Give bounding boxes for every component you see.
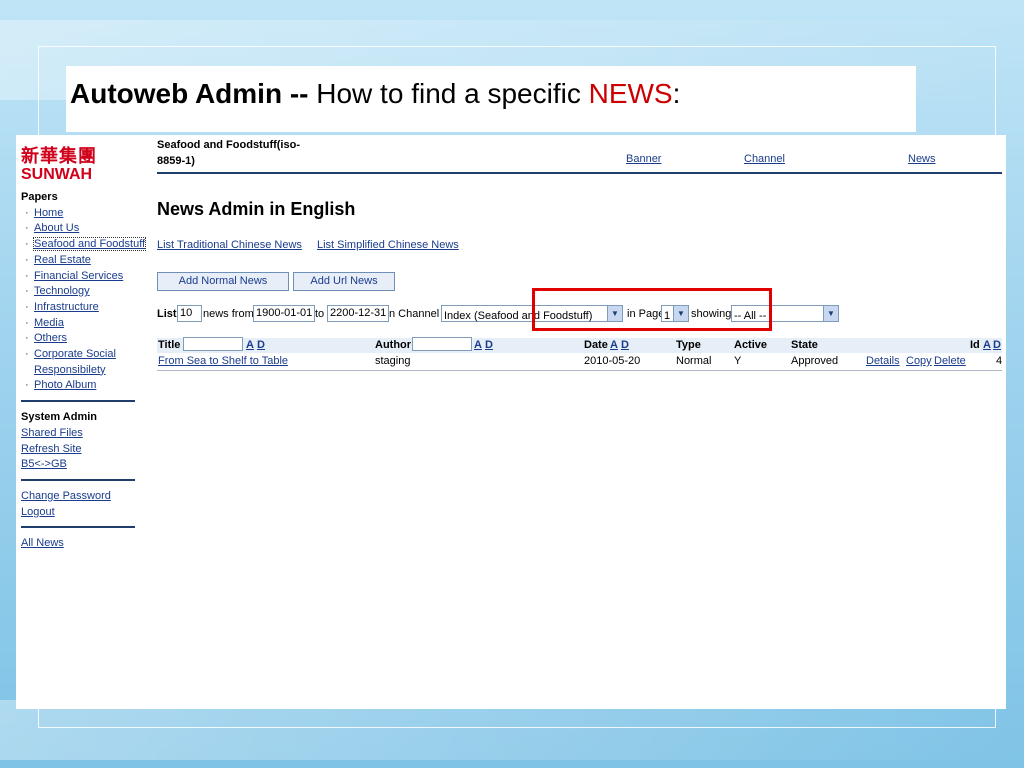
details-link[interactable]: Details	[866, 355, 900, 367]
top-bar: Seafood and Foodstuff(iso- 8859-1) Banner…	[157, 135, 1002, 174]
system-admin-heading: System Admin	[21, 411, 98, 424]
column-id: Id	[970, 339, 980, 351]
news-from-label: news from	[203, 308, 254, 320]
add-normal-news-button[interactable]: Add Normal News	[157, 272, 289, 291]
copy-link[interactable]: Copy	[906, 355, 932, 367]
sort-title-desc[interactable]: D	[257, 339, 265, 351]
list-label: List	[157, 308, 177, 320]
column-type: Type	[676, 339, 701, 351]
sidebar-divider	[21, 478, 135, 481]
sidebar-item-label[interactable]: Seafood and Foodstuff	[32, 237, 147, 252]
delete-link[interactable]: Delete	[934, 355, 966, 367]
date-from-input[interactable]: 1900-01-01	[253, 305, 315, 322]
sidebar-item-media[interactable]: Media	[21, 316, 137, 332]
language-links: List Traditional Chinese News List Simpl…	[157, 239, 459, 251]
sidebar-item-photo-album[interactable]: Photo Album	[21, 378, 137, 394]
news-title-link[interactable]: From Sea to Shelf to Table	[158, 355, 288, 367]
sort-id-asc[interactable]: A	[983, 339, 991, 351]
to-label: to	[315, 308, 325, 320]
logo-sunwah: SUNWAH	[21, 166, 93, 183]
channel-link[interactable]: Channel	[744, 153, 785, 165]
news-state: Approved	[791, 355, 839, 367]
sidebar-item-label[interactable]: Media	[34, 317, 64, 329]
b5-gb-link[interactable]: B5<->GB	[21, 458, 67, 470]
news-date: 2010-05-20	[584, 355, 641, 367]
date-to-input[interactable]: 2200-12-31	[327, 305, 389, 322]
banner-link[interactable]: Banner	[626, 153, 661, 165]
sidebar-item-seafood[interactable]: Seafood and Foodstuff	[21, 237, 147, 253]
logo-chinese: 新華集團	[21, 146, 97, 166]
news-link[interactable]: News	[908, 153, 936, 165]
sidebar-item-label[interactable]: Responsibilety	[34, 364, 106, 376]
title-news-word: NEWS	[588, 78, 673, 109]
admin-screenshot: 新華集團 SUNWAH Papers Home About Us Seafood…	[16, 135, 1006, 709]
site-name-line: Seafood and Foodstuff(iso-	[157, 139, 300, 151]
all-news-link[interactable]: All News	[21, 537, 64, 549]
sidebar-item-label[interactable]: Real Estate	[34, 254, 91, 266]
news-id: 4	[996, 355, 1003, 367]
sidebar-divider	[21, 400, 135, 403]
sidebar-item-others[interactable]: Others	[21, 331, 137, 347]
slide-title: Autoweb Admin -- How to find a specific …	[70, 78, 680, 110]
column-state: State	[791, 339, 818, 351]
page-title: News Admin in English	[157, 199, 356, 219]
sidebar-item-label[interactable]: Technology	[34, 285, 90, 297]
list-simplified-chinese-link[interactable]: List Simplified Chinese News	[317, 239, 459, 251]
column-active: Active	[734, 339, 768, 351]
news-author: staging	[375, 355, 411, 367]
sort-id-desc[interactable]: D	[993, 339, 1001, 351]
sidebar-item-label[interactable]: About Us	[34, 222, 79, 234]
sort-author-asc[interactable]: A	[474, 339, 482, 351]
add-url-news-button[interactable]: Add Url News	[293, 272, 395, 291]
sidebar-item-real-estate[interactable]: Real Estate	[21, 253, 137, 269]
sort-author-desc[interactable]: D	[485, 339, 493, 351]
column-date: Date	[584, 339, 608, 351]
list-count-input[interactable]: 10	[177, 305, 202, 322]
sidebar-item-label[interactable]: Home	[34, 207, 63, 219]
sidebar-item-csr[interactable]: Corporate Social Responsibilety	[21, 347, 137, 378]
site-name: Seafood and Foodstuff(iso- 8859-1)	[157, 137, 337, 169]
sidebar-item-technology[interactable]: Technology	[21, 284, 137, 300]
channel-label: n Channel	[389, 308, 440, 320]
sidebar-item-about-us[interactable]: About Us	[21, 221, 137, 237]
sidebar-item-infrastructure[interactable]: Infrastructure	[21, 300, 137, 316]
shared-files-link[interactable]: Shared Files	[21, 427, 83, 439]
sort-title-asc[interactable]: A	[246, 339, 254, 351]
channel-highlight-box	[532, 288, 772, 331]
sidebar-item-label[interactable]: Infrastructure	[34, 301, 99, 313]
sidebar-item-home[interactable]: Home	[21, 206, 137, 222]
title-bold-part: Autoweb Admin --	[70, 78, 309, 109]
column-author: Author	[375, 339, 412, 351]
change-password-link[interactable]: Change Password	[21, 490, 111, 502]
sidebar-item-label[interactable]: Others	[34, 332, 67, 344]
main-content: Seafood and Foodstuff(iso- 8859-1) Banner…	[157, 135, 1002, 371]
site-name-line: 8859-1)	[157, 155, 195, 167]
logout-link[interactable]: Logout	[21, 506, 55, 518]
news-type: Normal	[676, 355, 712, 367]
chevron-down-icon[interactable]: ▼	[823, 306, 838, 321]
column-title: Title	[158, 339, 181, 351]
sidebar-item-financial[interactable]: Financial Services	[21, 269, 137, 285]
news-active: Y	[734, 355, 742, 367]
sidebar-divider	[21, 526, 135, 529]
sidebar-item-label[interactable]: Photo Album	[34, 379, 96, 391]
sidebar-item-label[interactable]: Corporate Social	[34, 348, 116, 360]
papers-heading: Papers	[21, 191, 58, 203]
news-table-header: Title A D Author A D Date A D Type Activ…	[157, 337, 1002, 353]
title-plain-part: How to find a specific	[308, 78, 589, 109]
list-traditional-chinese-link[interactable]: List Traditional Chinese News	[157, 239, 302, 251]
sort-date-desc[interactable]: D	[621, 339, 629, 351]
author-filter-input[interactable]	[412, 337, 472, 351]
title-filter-input[interactable]	[183, 337, 243, 351]
sort-date-asc[interactable]: A	[610, 339, 618, 351]
table-row: From Sea to Shelf to Table staging 2010-…	[157, 354, 1002, 371]
title-colon: :	[672, 78, 681, 109]
sidebar: 新華集團 SUNWAH Papers Home About Us Seafood…	[21, 143, 147, 552]
refresh-site-link[interactable]: Refresh Site	[21, 443, 82, 455]
sidebar-item-label[interactable]: Financial Services	[34, 270, 123, 282]
